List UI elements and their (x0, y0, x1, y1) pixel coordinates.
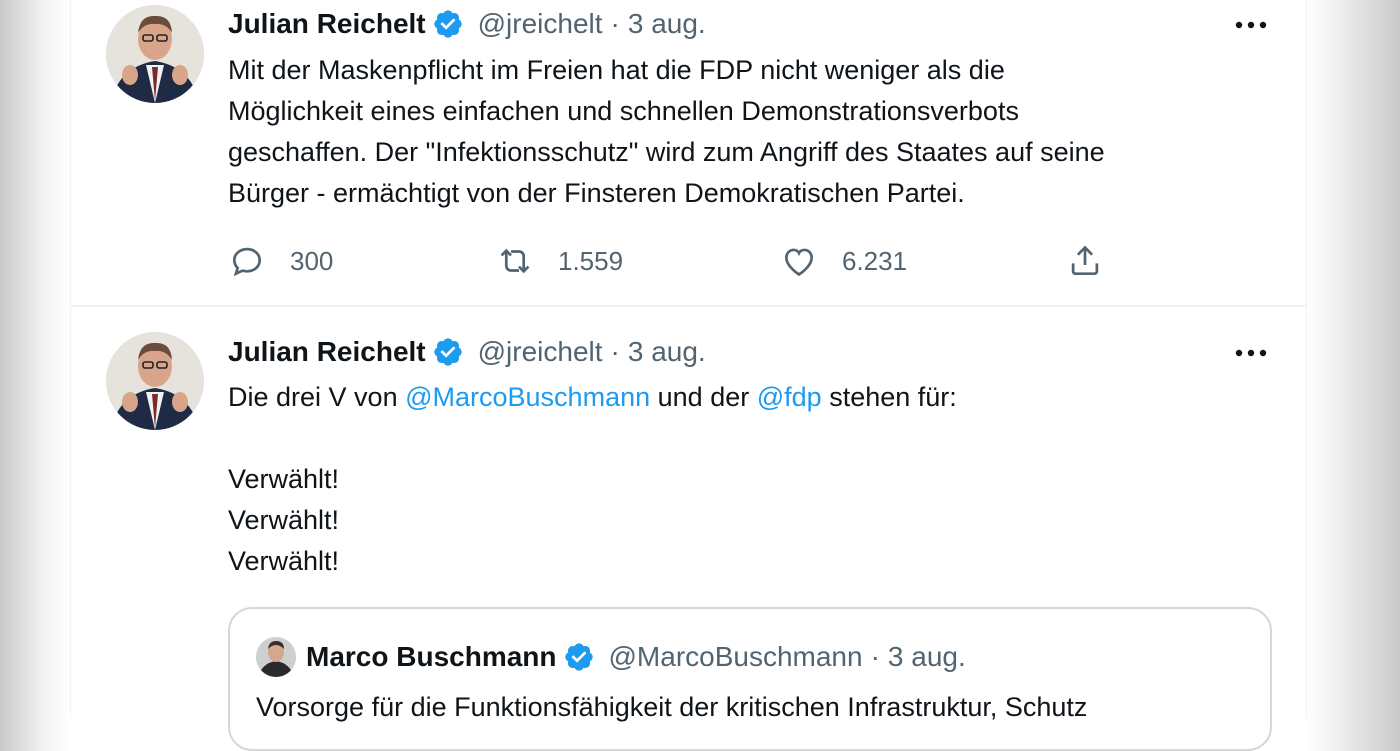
tweet-header: Julian Reichelt @jreichelt · 3 aug. (228, 4, 706, 44)
tweet[interactable]: Julian Reichelt @jreichelt · 3 aug. Die … (71, 307, 1306, 751)
tweet-text-line: Verwählt! (228, 505, 340, 535)
separator-dot: · (870, 641, 880, 672)
quoted-header: Marco Buschmann @MarcoBuschmann · 3 aug. (306, 637, 966, 677)
share-icon (1071, 245, 1099, 276)
avatar[interactable] (106, 5, 204, 103)
tweet-date[interactable]: 3 aug. (628, 8, 706, 40)
quoted-date[interactable]: 3 aug. (888, 641, 966, 673)
tweet-text: Die drei V von @MarcoBuschmann und der @… (228, 377, 1268, 582)
author-handle[interactable]: @jreichelt (478, 336, 603, 368)
mention-link[interactable]: @MarcoBuschmann (405, 382, 650, 412)
text-fragment: Die drei V von (228, 382, 398, 412)
timeline-column: Julian Reichelt @jreichelt · 3 aug. Mit … (70, 0, 1307, 751)
text-fragment: und der (657, 382, 750, 412)
quoted-avatar[interactable] (256, 637, 296, 677)
quoted-text: Vorsorge für die Funktionsfähigkeit der … (256, 692, 1088, 722)
tweet[interactable]: Julian Reichelt @jreichelt · 3 aug. Mit … (71, 0, 1306, 307)
retweet-icon (500, 248, 530, 274)
verified-badge-icon (433, 10, 462, 38)
author-handle[interactable]: @jreichelt (478, 8, 603, 40)
reply-button[interactable]: 300 (228, 242, 333, 280)
separator-dot: · (610, 8, 620, 39)
tweet-actions: 300 1.559 6.231 (228, 238, 1158, 286)
mention-link[interactable]: @fdp (757, 382, 822, 412)
tweet-text-line: Verwählt! (228, 546, 340, 576)
retweet-count: 1.559 (558, 245, 624, 276)
like-count: 6.231 (842, 245, 908, 276)
tweet-date[interactable]: 3 aug. (628, 336, 706, 368)
retweet-button[interactable]: 1.559 (496, 242, 623, 280)
tweet-header: Julian Reichelt @jreichelt · 3 aug. (228, 332, 706, 372)
separator-dot: · (610, 336, 620, 367)
author-name[interactable]: Julian Reichelt (228, 336, 426, 368)
quoted-author-name[interactable]: Marco Buschmann (306, 641, 557, 673)
text-fragment: stehen für: (829, 382, 957, 412)
heart-icon (784, 248, 814, 277)
avatar[interactable] (106, 332, 204, 430)
tweet-text-line: Möglichkeit eines einfachen und schnelle… (228, 96, 1019, 126)
like-button[interactable]: 6.231 (780, 242, 907, 280)
more-horizontal-icon[interactable] (1231, 338, 1271, 368)
share-button[interactable] (1066, 242, 1104, 280)
reply-icon (232, 247, 262, 277)
tweet-text-line: Bürger - ermächtigt von der Finsteren De… (228, 178, 965, 208)
verified-badge-icon (433, 338, 462, 366)
tweet-text-line: geschaffen. Der "Infektionsschutz" wird … (228, 137, 1105, 167)
tweet-text-line: Mit der Maskenpflicht im Freien hat die … (228, 55, 1005, 85)
quoted-tweet[interactable]: Marco Buschmann @MarcoBuschmann · 3 aug.… (228, 607, 1272, 751)
verified-badge-icon (564, 643, 593, 671)
tweet-text-line: Die drei V von @MarcoBuschmann und der @… (228, 377, 1268, 418)
reply-count: 300 (290, 245, 334, 276)
author-name[interactable]: Julian Reichelt (228, 8, 426, 40)
quoted-author-handle[interactable]: @MarcoBuschmann (609, 641, 863, 673)
tweet-text-line: Verwählt! (228, 464, 340, 494)
more-horizontal-icon[interactable] (1231, 10, 1271, 40)
tweet-text: Mit der Maskenpflicht im Freien hat die … (228, 50, 1268, 214)
